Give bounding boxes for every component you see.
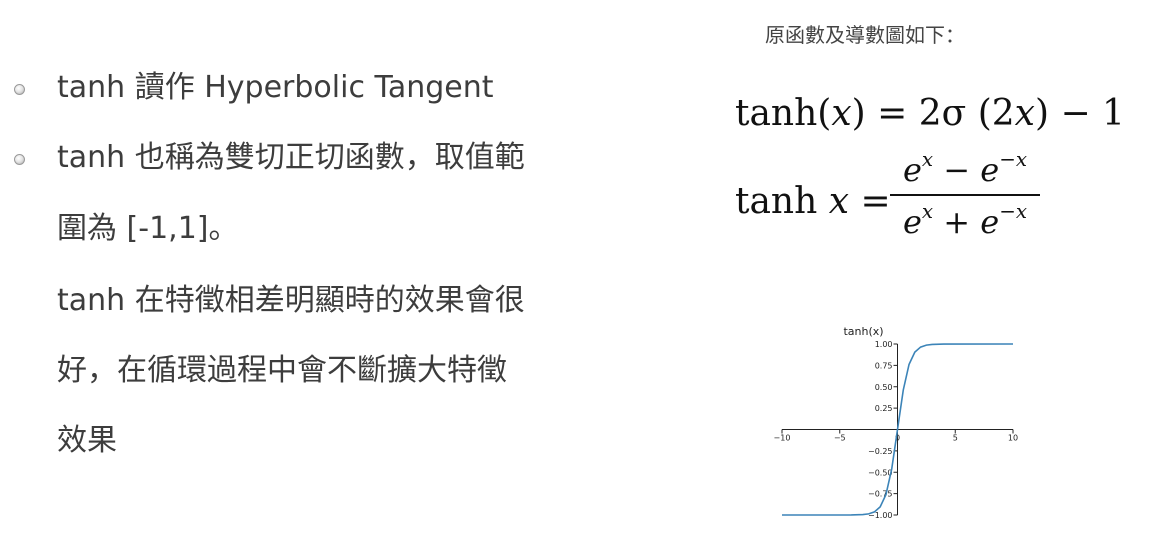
bullet-text-tanh-range: tanh 也稱為雙切正切函數，取值範 — [57, 140, 525, 175]
bullet-dot-icon — [14, 154, 25, 165]
tanh-chart: tanh(x)−10 −5 0 5 101.000.750.500.25−0.25−0.… — [774, 325, 1019, 520]
figure-caption: 原函數及導數圖如下： — [765, 23, 965, 47]
x-tick-label: 10 — [1008, 434, 1018, 443]
y-tick-label: −0.75 — [868, 490, 893, 499]
text-line-feature-effect: tanh 在特徵相差明顯時的效果會很 — [57, 283, 525, 318]
text-line-loop-amplify: 好，在循環過程中會不斷擴大特徵 — [57, 353, 507, 388]
fraction-numerator: ex − e−x — [902, 148, 1027, 189]
x-tick-label: −5 — [834, 434, 846, 443]
y-tick-label: −0.25 — [868, 447, 893, 456]
formula-tanh-sigma: tanh(x) = 2σ (2x) − 1 — [735, 93, 1125, 134]
text-line-effect: 效果 — [57, 423, 117, 458]
fraction-denominator: ex + e−x — [902, 200, 1027, 241]
y-tick-label: 0.25 — [875, 404, 893, 413]
fraction-bar — [890, 194, 1040, 196]
bullet-dot-icon — [14, 84, 25, 95]
chart-title: tanh(x) — [843, 325, 883, 338]
x-tick-label: −10 — [774, 434, 791, 443]
y-tick-label: −0.50 — [868, 468, 893, 477]
y-tick-label: 1.00 — [875, 340, 893, 349]
y-tick-label: 0.50 — [875, 383, 893, 392]
bullet-text-tanh-reading: tanh 讀作 Hyperbolic Tangent — [57, 70, 494, 105]
formula-tanh-exp-fraction: ex − e−x ex + e−x — [890, 150, 1040, 242]
text-line-range-continued: 圍為 [-1,1]。 — [57, 211, 239, 246]
x-tick-label: 5 — [953, 434, 958, 443]
formula-tanh-exp-lhs: tanh x = — [735, 181, 891, 222]
y-tick-label: 0.75 — [875, 361, 893, 370]
